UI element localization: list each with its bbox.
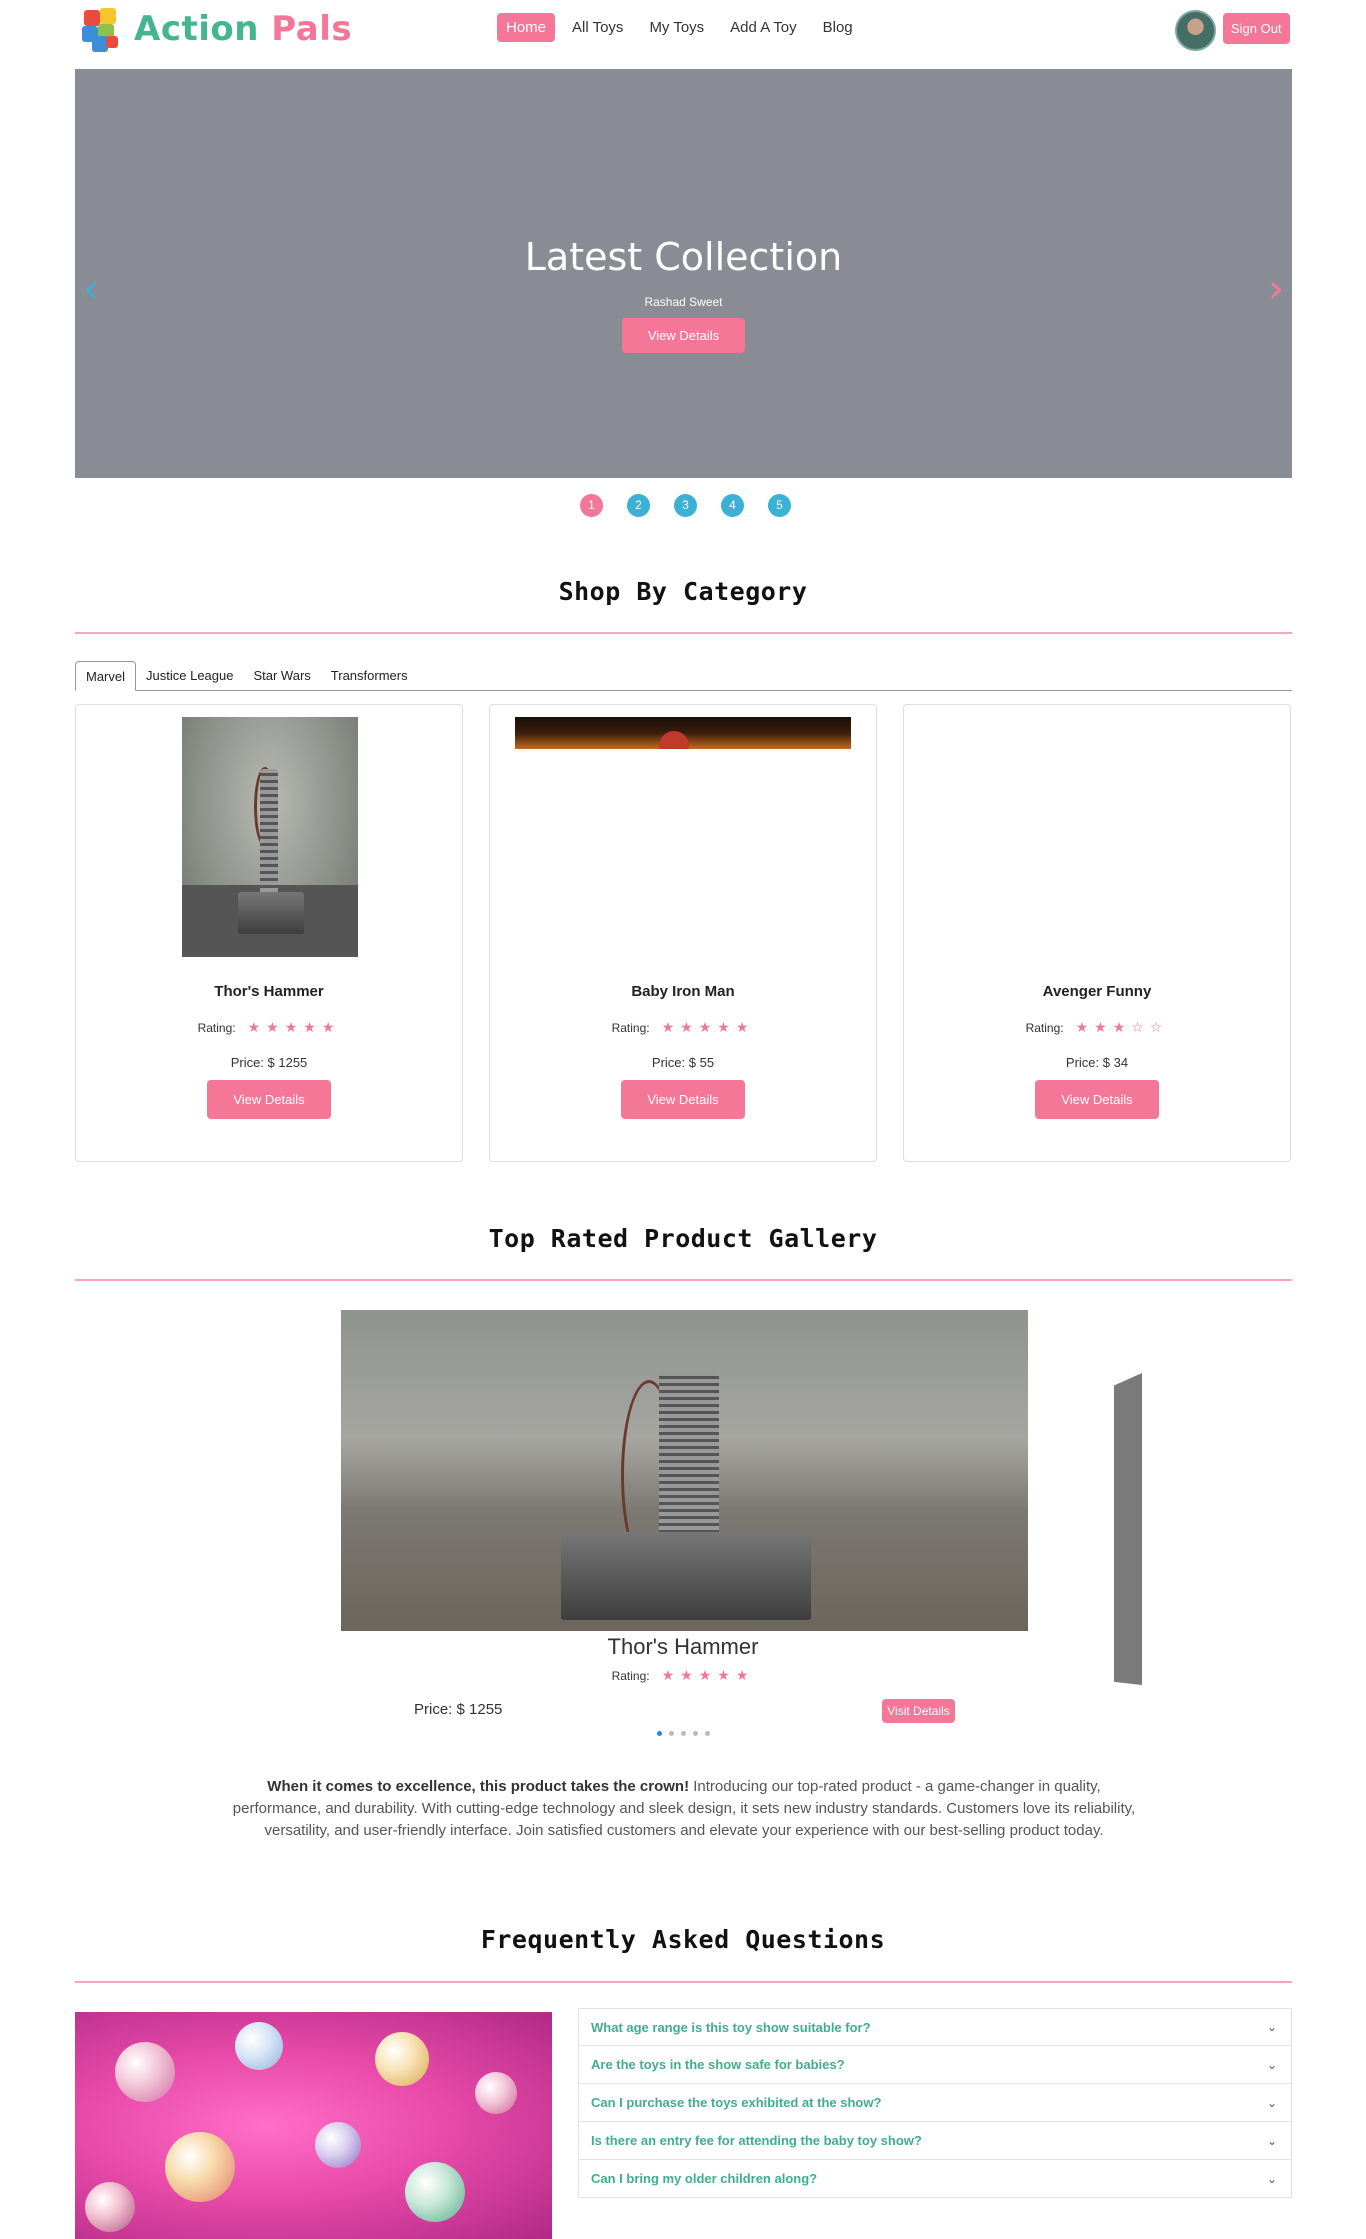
product-rating: Rating: ★★★☆☆ [904, 1020, 1290, 1036]
gallery-product-rating: Rating: ★★★★★ [0, 1668, 1366, 1684]
chevron-down-icon: ⌄ [1266, 2095, 1277, 2110]
gallery-dot[interactable] [705, 1731, 710, 1736]
carousel-pagination: 1 2 3 4 5 [580, 494, 791, 517]
faq-question: What age range is this toy show suitable… [591, 2019, 871, 2035]
pagination-dot-5[interactable]: 5 [768, 494, 791, 517]
hero-carousel: Latest Collection Rashad Sweet View Deta… [75, 69, 1292, 478]
tab-justice-league[interactable]: Justice League [136, 661, 243, 690]
star-rating-icon: ★★★☆☆ [1075, 1020, 1169, 1036]
brand-name: Action Pals [134, 9, 352, 49]
pagination-dot-3[interactable]: 3 [674, 494, 697, 517]
tab-transformers[interactable]: Transformers [321, 661, 418, 690]
product-rating: Rating: ★★★★★ [490, 1020, 876, 1036]
chevron-left-icon[interactable]: ‹ [83, 269, 99, 309]
rating-label: Rating: [1025, 1021, 1064, 1035]
gallery-description: When it comes to excellence, this produc… [226, 1776, 1142, 1842]
faq-item[interactable]: Are the toys in the show safe for babies… [578, 2046, 1292, 2084]
chevron-right-icon[interactable]: › [1268, 269, 1284, 309]
nav-all-toys[interactable]: All Toys [563, 13, 632, 42]
faq-accordion: What age range is this toy show suitable… [578, 2008, 1292, 2198]
gallery-product-price: Price: $ 1255 [414, 1701, 503, 1718]
chevron-down-icon: ⌄ [1266, 2171, 1277, 2186]
nav-blog[interactable]: Blog [814, 13, 862, 42]
faq-item[interactable]: Can I purchase the toys exhibited at the… [578, 2084, 1292, 2122]
hero-title: Latest Collection [524, 235, 843, 279]
view-details-button[interactable]: View Details [207, 1080, 331, 1119]
hero-view-details-button[interactable]: View Details [622, 318, 745, 353]
gallery-dot[interactable] [669, 1731, 674, 1736]
product-price: Price: $ 1255 [230, 1055, 308, 1070]
faq-item[interactable]: Can I bring my older children along? ⌄ [578, 2160, 1292, 2198]
gallery-description-lead: When it comes to excellence, this produc… [267, 1778, 690, 1795]
visit-details-button[interactable]: Visit Details [882, 1699, 955, 1723]
top-rated-gallery-heading: Top Rated Product Gallery [488, 1224, 878, 1253]
faq-item[interactable]: What age range is this toy show suitable… [578, 2008, 1292, 2046]
faq-question: Can I purchase the toys exhibited at the… [591, 2095, 882, 2110]
nav-my-toys[interactable]: My Toys [640, 13, 713, 42]
faq-item[interactable]: Is there an entry fee for attending the … [578, 2122, 1292, 2160]
divider [75, 1279, 1292, 1281]
product-price: Price: $ 34 [1065, 1055, 1129, 1070]
shop-by-category-heading: Shop By Category [558, 577, 808, 606]
pagination-dot-1[interactable]: 1 [580, 494, 603, 517]
category-tabs: Marvel Justice League Star Wars Transfor… [75, 661, 1292, 691]
pagination-dot-4[interactable]: 4 [721, 494, 744, 517]
product-name: Baby Iron Man [631, 983, 735, 1000]
navbar: Action Pals Home All Toys My Toys Add A … [0, 0, 1366, 62]
hero-subtitle: Rashad Sweet [644, 295, 723, 309]
sign-out-button[interactable]: Sign Out [1223, 13, 1290, 44]
faq-question: Are the toys in the show safe for babies… [591, 2057, 845, 2072]
logo[interactable]: Action Pals [80, 6, 352, 52]
tab-marvel[interactable]: Marvel [75, 661, 137, 691]
chevron-down-icon: ⌄ [1266, 2133, 1277, 2148]
star-rating-icon: ★★★★★ [661, 1668, 755, 1684]
tab-star-wars[interactable]: Star Wars [243, 661, 320, 690]
rating-label: Rating: [611, 1021, 650, 1035]
nav-add-a-toy[interactable]: Add A Toy [721, 13, 805, 42]
nav-home[interactable]: Home [497, 13, 556, 42]
divider [75, 1981, 1292, 1983]
view-details-button[interactable]: View Details [1035, 1080, 1159, 1119]
faq-question: Is there an entry fee for attending the … [591, 2133, 922, 2148]
faq-heading: Frequently Asked Questions [480, 1925, 886, 1954]
thors-hammer-image [182, 717, 358, 957]
brand-name-part1: Action [134, 9, 259, 49]
product-name: Avenger Funny [1042, 983, 1152, 1000]
rating-label: Rating: [611, 1669, 650, 1683]
product-card: Baby Iron Man Rating: ★★★★★ Price: $ 55 V… [489, 704, 877, 1162]
star-rating-icon: ★★★★★ [247, 1020, 341, 1036]
gallery-product-image [341, 1310, 1028, 1631]
product-name: Thor's Hammer [214, 983, 324, 1000]
gallery-dot[interactable] [657, 1731, 662, 1736]
main-menu: Home All Toys My Toys Add A Toy Blog [497, 13, 862, 42]
star-rating-icon: ★★★★★ [661, 1020, 755, 1036]
chevron-down-icon: ⌄ [1266, 2020, 1277, 2034]
brand-name-part2: Pals [271, 9, 353, 49]
pagination-dot-2[interactable]: 2 [627, 494, 650, 517]
chevron-down-icon: ⌄ [1266, 2057, 1277, 2072]
product-card: Avenger Funny Rating: ★★★☆☆ Price: $ 34 V… [903, 704, 1291, 1162]
gallery-product-name: Thor's Hammer [607, 1634, 759, 1659]
product-card: Thor's Hammer Rating: ★★★★★ Price: $ 1255… [75, 704, 463, 1162]
gallery-pagination [657, 1731, 710, 1736]
toys-illustration-image [75, 2012, 552, 2239]
user-avatar[interactable] [1175, 10, 1216, 51]
rating-label: Rating: [197, 1021, 236, 1035]
view-details-button[interactable]: View Details [621, 1080, 745, 1119]
faq-question: Can I bring my older children along? [591, 2171, 818, 2186]
puzzle-logo-icon [80, 6, 122, 52]
product-price: Price: $ 55 [651, 1055, 715, 1070]
divider [75, 632, 1292, 634]
gallery-dot[interactable] [681, 1731, 686, 1736]
product-rating: Rating: ★★★★★ [76, 1020, 462, 1036]
gallery-dot[interactable] [693, 1731, 698, 1736]
baby-iron-man-image [515, 717, 851, 749]
